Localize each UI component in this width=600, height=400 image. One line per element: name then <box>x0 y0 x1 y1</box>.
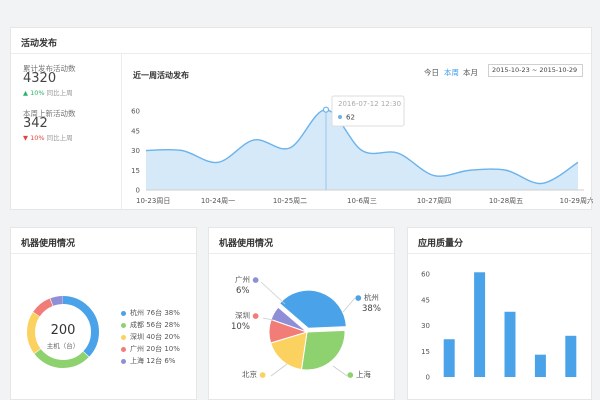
x-tick-label: 10-6周三 <box>347 197 377 205</box>
legend-item: 成都 56台 28% <box>121 320 180 330</box>
machine-usage-donut-panel: 机器使用情况 200 主机（台） 杭州 76台 38% 成都 56台 28% 深圳 4… <box>10 227 197 400</box>
pie-label-guangzhou: 广州 ● <box>235 275 259 284</box>
legend-text: 成都 56台 28% <box>130 321 180 329</box>
bar <box>443 339 455 377</box>
y-tick-label: 15 <box>131 167 140 175</box>
y-tick-label: 45 <box>421 296 430 304</box>
leader-line <box>270 363 288 377</box>
pie-label-shanghai: ● 上海 <box>347 370 371 379</box>
legend-item: 上海 12台 6% <box>121 356 175 366</box>
pie-pct-guangzhou: 6% <box>236 286 250 296</box>
y-tick-label: 30 <box>421 322 430 330</box>
line-chart: 0 15 30 45 60 10-23周日 10-24周一 10-25周二 10-6周三 10-2… <box>131 95 593 205</box>
chart-title: 近一周活动发布 <box>133 71 189 80</box>
pie-pct-hangzhou: 38% <box>362 304 381 314</box>
activity-panel: 活动发布 累计发布活动数 4320 ▲ 10% 同比上周 本周上新活动数 342… <box>10 27 593 210</box>
y-tick-label: 60 <box>131 108 140 116</box>
legend-item: 深圳 40台 20% <box>121 332 180 342</box>
range-today-button[interactable]: 今日 <box>424 67 439 78</box>
y-tick-label: 30 <box>131 147 140 155</box>
pie-slice <box>300 329 346 371</box>
tooltip-date: 2016-07-12 12:30 <box>338 100 401 108</box>
pie-pct-shenzhen: 10% <box>231 322 250 332</box>
tooltip-marker <box>338 115 342 119</box>
legend-text: 广州 20台 10% <box>130 345 180 353</box>
legend-text: 杭州 76台 38% <box>130 309 180 317</box>
legend-dot-icon <box>121 358 126 364</box>
bar <box>565 335 577 377</box>
legend-text: 深圳 40台 20% <box>130 333 180 341</box>
y-tick-label: 45 <box>131 127 140 135</box>
machine-usage-pie-panel: 机器使用情况 广州 ● 6% 深圳 ● 10% ● 杭州 38% 北京 ● ● … <box>208 227 395 400</box>
x-tick-label: 10-25周二 <box>273 197 307 205</box>
range-week-button[interactable]: 本周 <box>444 67 459 78</box>
donut-center-label: 主机（台） <box>47 341 80 350</box>
legend-dot-icon <box>121 334 126 340</box>
highlight-point <box>322 106 330 113</box>
leader-line <box>260 281 286 305</box>
app-quality-panel: 应用质量分 0 15 30 45 60 <box>407 227 592 400</box>
leader-line <box>332 365 348 377</box>
pie-label-hangzhou: ● 杭州 <box>355 293 379 302</box>
y-tick-label: 0 <box>136 187 140 195</box>
x-tick-label: 10-29周六 <box>560 196 593 205</box>
bar <box>474 272 486 377</box>
legend-dot-icon <box>121 322 126 328</box>
y-tick-label: 60 <box>421 271 430 279</box>
donut-center-value: 200 <box>51 323 76 338</box>
legend-dot-icon <box>121 346 126 352</box>
legend-dot-icon <box>121 310 126 316</box>
x-tick-label: 10-28周五 <box>489 197 523 205</box>
legend-text: 上海 12台 6% <box>130 357 176 365</box>
x-tick-label: 10-23周日 <box>136 197 170 205</box>
pie-label-beijing: 北京 ● <box>242 370 266 379</box>
leader-line <box>342 297 356 313</box>
bar <box>504 311 516 377</box>
y-tick-label: 15 <box>421 348 430 356</box>
pie-label-shenzhen: 深圳 ● <box>235 311 259 320</box>
y-tick-label: 0 <box>426 374 430 382</box>
date-range-picker[interactable]: 2015-10-23 ~ 2015-10-29 <box>488 64 583 77</box>
legend-item: 广州 20台 10% <box>121 344 180 354</box>
bar-chart: 0 15 30 45 60 <box>421 271 577 382</box>
x-tick-label: 10-27周四 <box>417 197 451 205</box>
tooltip-value: 62 <box>346 114 355 122</box>
legend-item: 杭州 76台 38% <box>121 308 180 318</box>
x-tick-label: 10-24周一 <box>201 197 235 205</box>
range-month-button[interactable]: 本月 <box>463 67 478 78</box>
bar <box>534 354 546 377</box>
